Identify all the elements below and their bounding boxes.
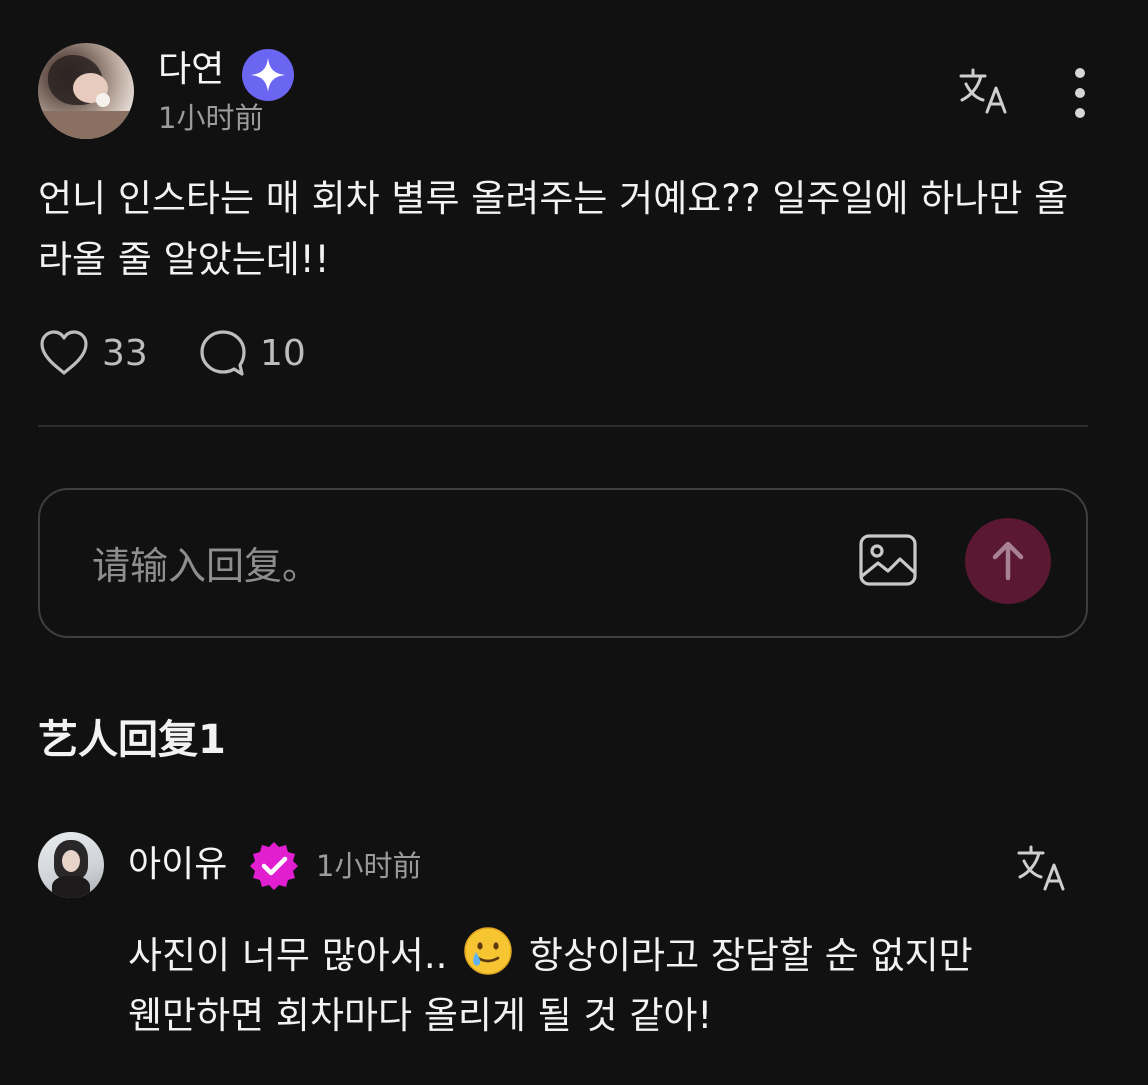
image-icon[interactable] (858, 532, 918, 588)
reply-time: 1小时前 (316, 849, 422, 883)
reply-author-avatar[interactable] (38, 832, 104, 898)
comment-icon (200, 330, 246, 376)
reply-body: 사진이 너무 많아서.. 항상이라고 장담할 순 없지만 웬만하면 회차마다 올… (128, 926, 1088, 1046)
like-button[interactable]: 33 (38, 328, 148, 378)
artist-badge-icon (250, 842, 298, 890)
reply-text-1b: 항상이라고 장담할 순 없지만 (528, 934, 973, 977)
reply-author-name[interactable]: 아이유 (128, 842, 227, 888)
translate-icon[interactable] (958, 66, 1010, 118)
send-button[interactable] (965, 518, 1051, 604)
more-options-button[interactable] (1064, 66, 1096, 120)
reply-input[interactable] (90, 530, 834, 602)
reply-text-1a: 사진이 너무 많아서.. (128, 934, 448, 977)
reply-box (38, 488, 1088, 638)
section-title: 艺人回复1 (38, 717, 226, 763)
post-body: 언니 인스타는 매 회차 별루 올려주는 거예요?? 일주일에 하나만 올라올 … (38, 177, 1069, 281)
post-author-avatar[interactable] (38, 43, 134, 139)
post-time: 1小时前 (158, 101, 264, 135)
like-count: 33 (102, 332, 148, 374)
post-author-name[interactable]: 다연 (158, 48, 224, 92)
comment-button[interactable]: 10 (198, 328, 306, 378)
divider (38, 425, 1088, 427)
tear-smile-emoji (464, 927, 512, 975)
heart-icon (40, 330, 88, 375)
verified-star-icon (242, 49, 294, 101)
reply-line-1: 사진이 너무 많아서.. 항상이라고 장담할 순 없지만 (128, 926, 1088, 986)
reply-translate-icon[interactable] (1016, 843, 1068, 895)
reply-line-2: 웬만하면 회차마다 올리게 될 것 같아! (128, 994, 713, 1037)
comment-count: 10 (260, 332, 306, 374)
more-icon (1075, 68, 1085, 78)
send-arrow-icon (992, 541, 1024, 581)
